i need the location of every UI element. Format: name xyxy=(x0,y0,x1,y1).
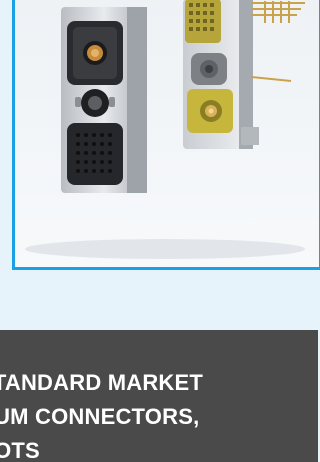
connector-product-photo xyxy=(15,0,319,267)
banner-title: STANDARD MARKET DUM CONNECTORS, COTS xyxy=(0,370,204,462)
product-image-frame xyxy=(12,0,320,270)
headline-banner: STANDARD MARKET DUM CONNECTORS, COTS xyxy=(0,330,318,462)
left-connector xyxy=(61,7,147,193)
